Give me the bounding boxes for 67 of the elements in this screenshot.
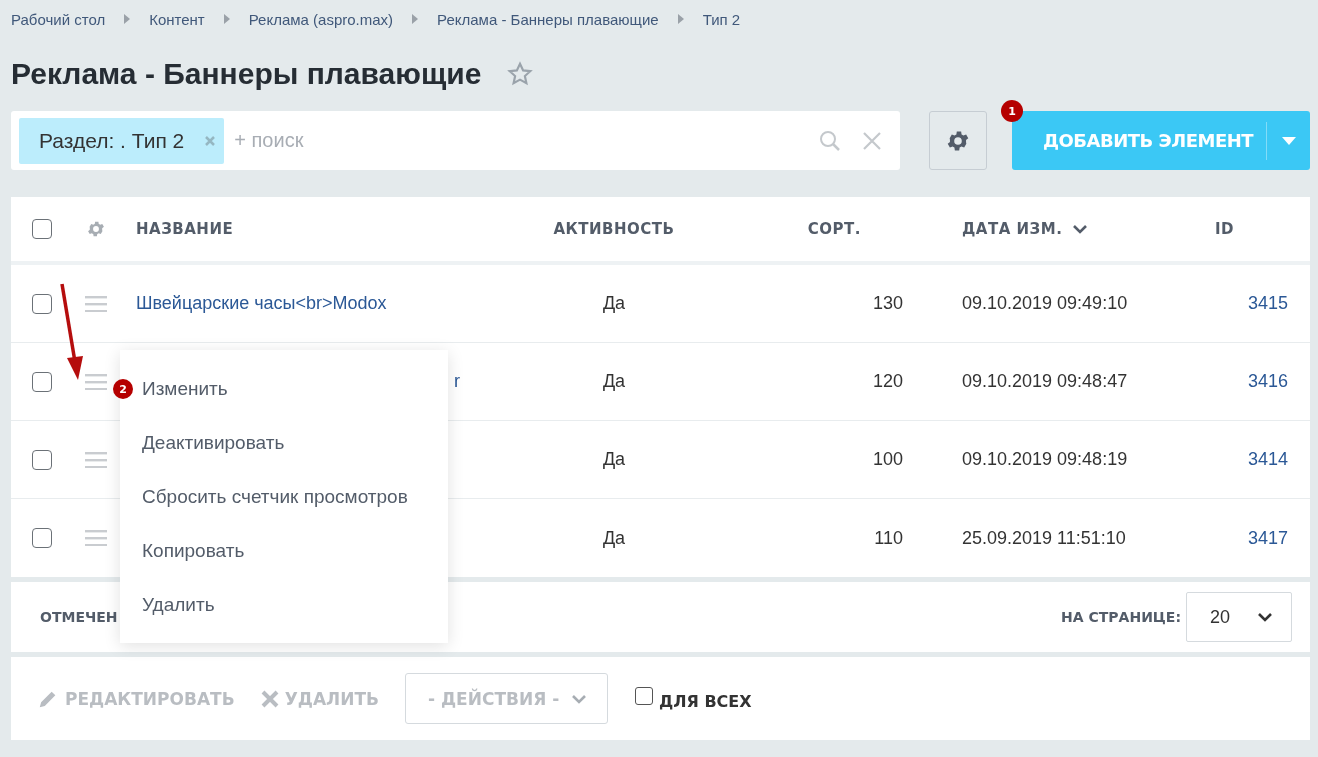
step-badge: 2 xyxy=(113,379,133,399)
search-input[interactable]: + поиск xyxy=(232,128,801,153)
checkbox[interactable] xyxy=(635,686,653,705)
checkbox[interactable] xyxy=(32,219,52,239)
menu-item[interactable]: Копировать xyxy=(135,524,448,578)
chevron-down-icon xyxy=(571,693,587,704)
chevron-right-icon xyxy=(222,14,231,24)
menu-icon[interactable] xyxy=(85,451,107,468)
column-header[interactable]: АКТИВНОСТЬ xyxy=(553,220,675,238)
id-link[interactable]: 3417 xyxy=(1247,527,1288,549)
per-page-label: НА СТРАНИЦЕ: xyxy=(1061,609,1181,625)
sort-chevron-icon xyxy=(1072,224,1089,234)
settings-button[interactable] xyxy=(929,111,987,170)
chevron-down-icon xyxy=(1257,612,1273,622)
chevron-right-icon xyxy=(123,14,132,24)
column-header[interactable]: ДАТА ИЗМ. xyxy=(962,220,1063,238)
table-cell: Да xyxy=(602,449,626,470)
menu-icon[interactable] xyxy=(85,295,107,312)
checkbox-label: ДЛЯ ВСЕХ xyxy=(659,691,752,711)
table-cell: Да xyxy=(602,527,626,549)
table-cell: 25.09.2019 11:51:10 xyxy=(962,527,1126,549)
breadcrumb-link[interactable]: Реклама (aspro.max) xyxy=(248,10,394,28)
filter-tag-label: Раздел: . Тип 2 xyxy=(39,128,185,153)
filter-search-bar[interactable]: Раздел: . Тип 2 + поиск xyxy=(11,111,901,170)
column-header[interactable]: ID xyxy=(1214,220,1234,238)
table-cell: 130 xyxy=(872,293,903,314)
checkbox[interactable] xyxy=(32,449,52,470)
settings-icon[interactable] xyxy=(86,219,106,239)
checkbox[interactable] xyxy=(32,528,52,548)
breadcrumb-link[interactable]: Реклама - Баннеры плавающие xyxy=(437,10,659,28)
id-link[interactable]: 3414 xyxy=(1247,449,1288,470)
table-cell: 110 xyxy=(874,527,903,549)
per-page-select[interactable]: 20 xyxy=(1186,592,1292,642)
checkbox[interactable] xyxy=(32,293,52,314)
table-cell: Да xyxy=(602,293,626,314)
close-icon[interactable] xyxy=(204,134,217,147)
star-icon[interactable] xyxy=(507,61,534,87)
step-badge: 1 xyxy=(1001,100,1023,122)
menu-icon[interactable] xyxy=(85,373,107,390)
chevron-right-icon xyxy=(676,14,685,24)
breadcrumb-link[interactable]: Контент xyxy=(149,10,205,28)
id-link[interactable]: 3416 xyxy=(1247,371,1288,392)
menu-item[interactable]: Изменить xyxy=(135,362,448,416)
table-cell: 100 xyxy=(872,449,903,470)
column-header[interactable]: СОРТ. xyxy=(807,220,861,238)
menu-item[interactable]: Сбросить счетчик просмотров xyxy=(135,470,448,524)
menu-item[interactable]: Деактивировать xyxy=(135,416,448,470)
breadcrumb-link[interactable]: Рабочий стол xyxy=(11,10,106,28)
table-cell: 09.10.2019 09:49:10 xyxy=(962,293,1128,314)
table-cell: 09.10.2019 09:48:19 xyxy=(962,449,1128,470)
checkbox[interactable] xyxy=(32,371,52,392)
element-name-link[interactable]: r xyxy=(454,371,460,392)
column-header[interactable]: НАЗВАНИЕ xyxy=(136,220,234,238)
table-cell: 120 xyxy=(872,371,903,392)
element-name-link[interactable]: Швейцарские часы<br>Modox xyxy=(136,293,387,314)
table-cell: 09.10.2019 09:48:47 xyxy=(962,371,1128,392)
selected-label: ОТМЕЧЕН xyxy=(40,609,118,625)
filter-tag[interactable]: Раздел: . Тип 2 xyxy=(19,117,225,164)
chevron-right-icon xyxy=(411,14,420,24)
close-icon xyxy=(260,689,279,708)
menu-item[interactable]: Удалить xyxy=(135,578,448,632)
table-cell: Да xyxy=(602,371,626,392)
id-link[interactable]: 3415 xyxy=(1247,293,1288,314)
caret-down-icon[interactable] xyxy=(1281,136,1296,145)
menu-icon[interactable] xyxy=(85,530,107,546)
breadcrumb-link[interactable]: Тип 2 xyxy=(702,10,741,28)
page-title: Реклама - Баннеры плавающие xyxy=(11,57,482,91)
